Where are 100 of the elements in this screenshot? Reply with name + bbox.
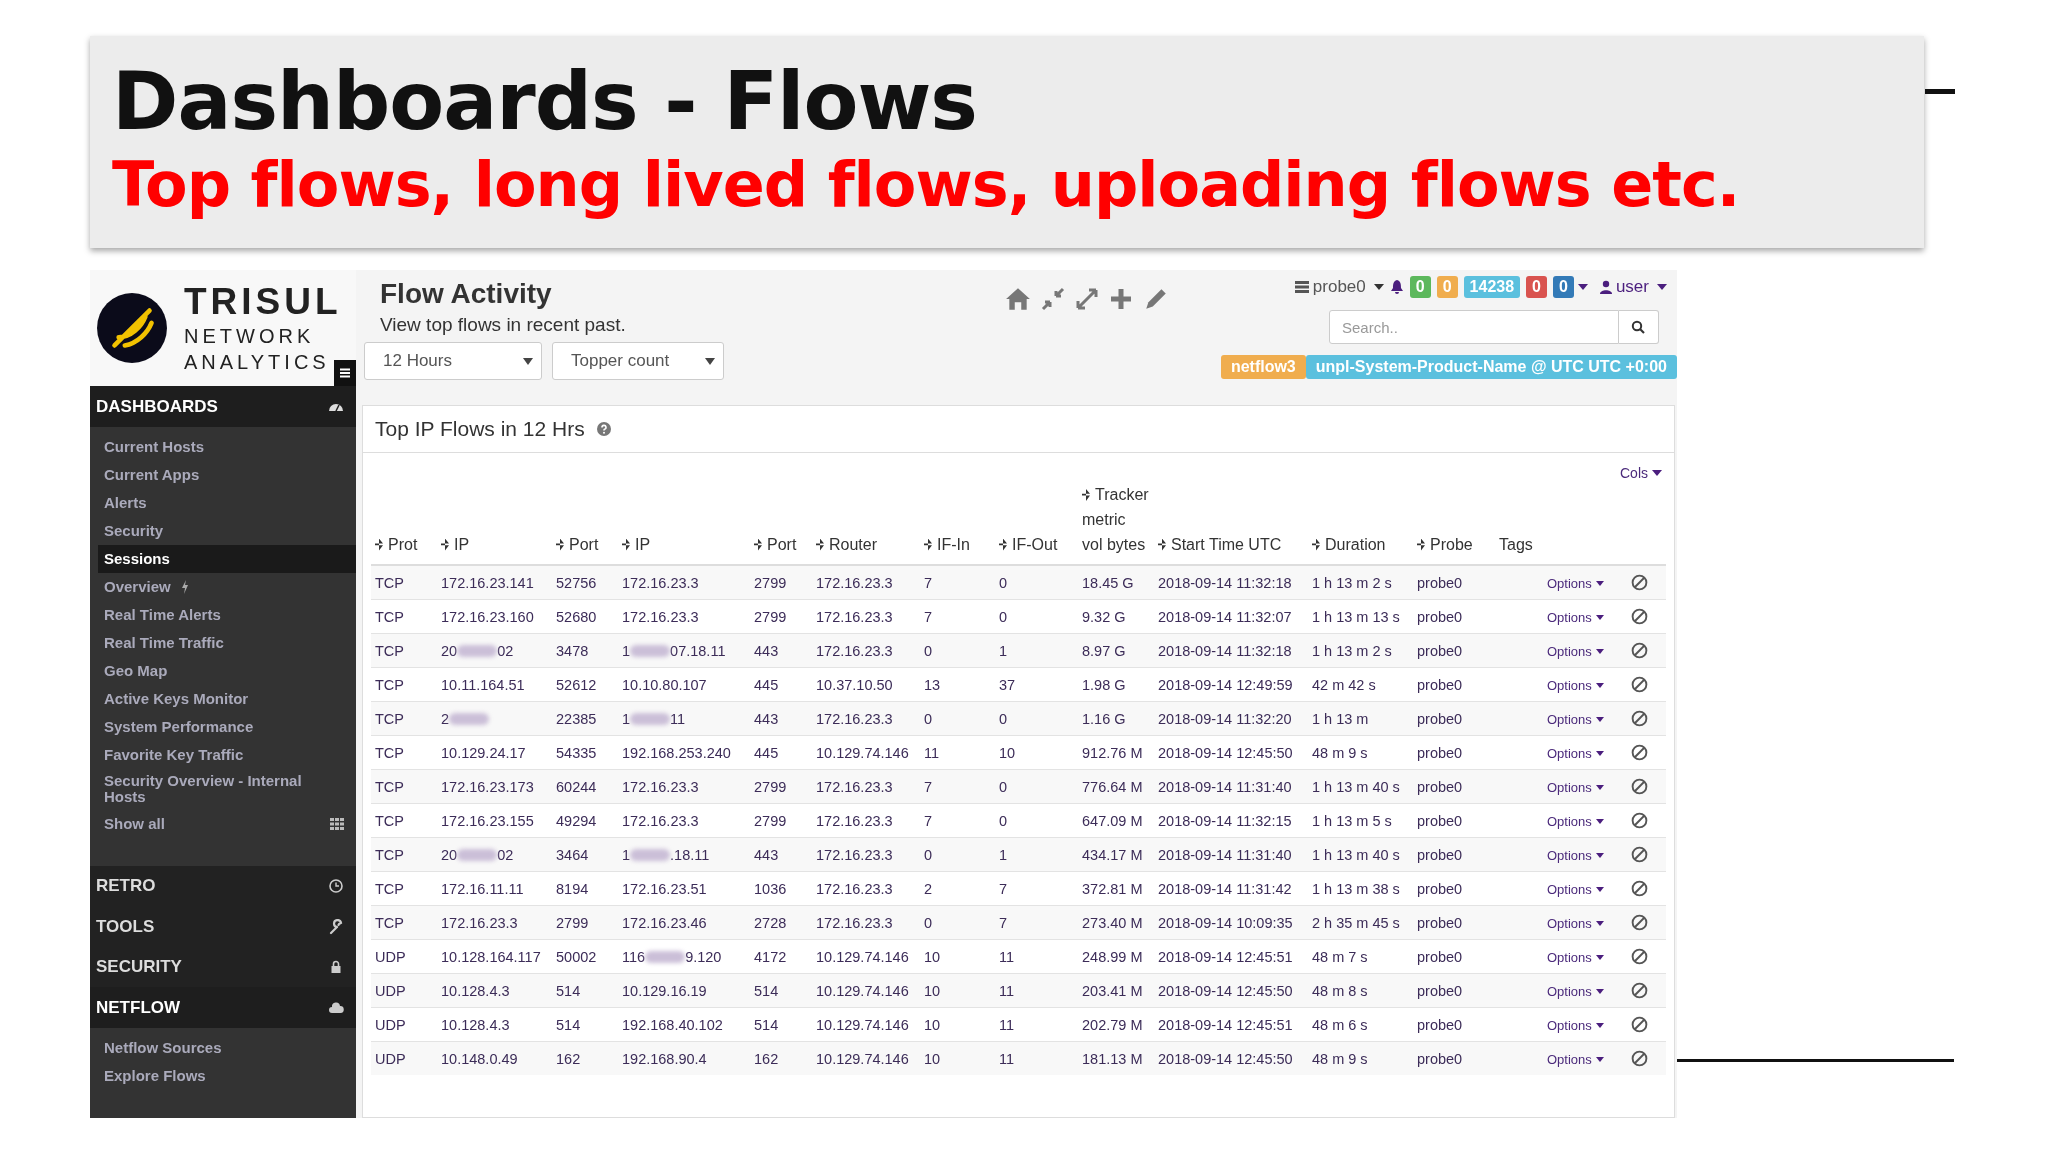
- table-cell: 0: [995, 565, 1078, 600]
- block-icon[interactable]: [1631, 880, 1648, 898]
- user-menu[interactable]: user: [1599, 277, 1667, 297]
- table-cell: 1 h 13 m 2 s: [1308, 633, 1413, 668]
- options-dropdown[interactable]: Options: [1547, 609, 1604, 625]
- cloud-icon: [328, 999, 344, 1016]
- block-icon[interactable]: [1631, 608, 1648, 626]
- block-icon[interactable]: [1631, 1016, 1648, 1034]
- table-cell: 2018-09-14 10:09:35: [1154, 905, 1308, 940]
- block-icon[interactable]: [1631, 744, 1648, 762]
- sidebar-item[interactable]: Geo Map: [98, 656, 356, 685]
- home-icon[interactable]: [1005, 287, 1032, 311]
- sidebar-item[interactable]: Sessions: [98, 544, 356, 573]
- table-cell: 172.16.23.3: [437, 905, 552, 940]
- options-dropdown[interactable]: Options: [1547, 881, 1604, 897]
- bell-icon[interactable]: [1389, 279, 1404, 295]
- table-cell: 443: [750, 701, 812, 736]
- table-cell: 10: [920, 1041, 995, 1076]
- columns-menu[interactable]: Cols: [1620, 463, 1662, 483]
- dropdown-select[interactable]: Topper count: [552, 342, 724, 380]
- logo-icon: [96, 292, 168, 365]
- sidebar-section[interactable]: RETRO: [90, 865, 356, 907]
- block-icon[interactable]: [1631, 948, 1648, 966]
- sidebar-item[interactable]: Active Keys Monitor: [98, 684, 356, 713]
- expand-icon[interactable]: [1075, 287, 1100, 311]
- table-cell: TCP: [371, 837, 437, 872]
- table-cell: 11: [995, 973, 1078, 1008]
- help-icon[interactable]: [596, 422, 611, 436]
- sidebar-section[interactable]: DASHBOARDS: [90, 386, 356, 427]
- panel-title: Top IP Flows in 12 Hrs: [375, 417, 585, 441]
- table-cell: 514: [552, 973, 618, 1008]
- compress-icon[interactable]: [1041, 287, 1066, 311]
- plus-icon[interactable]: [1109, 287, 1134, 311]
- table-cell: 776.64 M: [1078, 769, 1154, 804]
- sidebar-item[interactable]: Overview: [98, 572, 356, 601]
- sidebar-item[interactable]: System Performance: [98, 712, 356, 741]
- block-icon[interactable]: [1631, 778, 1648, 796]
- block-icon[interactable]: [1631, 914, 1648, 932]
- sidebar-item[interactable]: Current Apps: [98, 460, 356, 489]
- table-cell: 0: [920, 633, 995, 668]
- page-title: Flow Activity: [380, 278, 553, 310]
- table-cell: 1.16 G: [1078, 701, 1154, 736]
- table-cell: 0: [995, 701, 1078, 736]
- table-cell: 172.16.23.3: [812, 837, 920, 872]
- block-icon[interactable]: [1631, 676, 1648, 694]
- table-cell: 11: [995, 1041, 1078, 1076]
- count-badge[interactable]: 0: [1526, 276, 1547, 298]
- table-cell: 2018-09-14 12:45:50: [1154, 973, 1308, 1008]
- table-cell: probe0: [1413, 701, 1495, 736]
- table-cell: 2018-09-14 12:45:50: [1154, 1041, 1308, 1076]
- options-dropdown[interactable]: Options: [1547, 1017, 1604, 1033]
- table-cell: 2 h 35 m 45 s: [1308, 905, 1413, 940]
- table-cell: 514: [750, 973, 812, 1008]
- sidebar-item[interactable]: Netflow Sources: [98, 1034, 356, 1062]
- table-cell: 2018-09-14 11:31:40: [1154, 837, 1308, 872]
- search-field[interactable]: Search..: [1329, 310, 1619, 344]
- table-cell: 172.16.23.3: [812, 769, 920, 804]
- wrench-icon: [328, 918, 344, 935]
- block-icon[interactable]: [1631, 1050, 1648, 1068]
- probe-dropdown[interactable]: probe0: [1294, 277, 1384, 297]
- table-cell: 1 h 13 m 40 s: [1308, 769, 1413, 804]
- sidebar-item[interactable]: Current Hosts: [98, 432, 356, 461]
- sidebar-item[interactable]: Explore Flows: [98, 1062, 356, 1090]
- block-icon[interactable]: [1631, 846, 1648, 864]
- table-cell: 2728: [750, 905, 812, 940]
- table-cell: 2: [437, 701, 552, 736]
- sidebar-item[interactable]: Show all: [98, 809, 356, 838]
- menu-toggle-button[interactable]: [334, 360, 356, 387]
- sidebar-item[interactable]: Alerts: [98, 488, 356, 517]
- options-dropdown[interactable]: Options: [1547, 745, 1604, 761]
- count-badge[interactable]: 0: [1553, 276, 1574, 298]
- caret-icon[interactable]: [1577, 284, 1588, 290]
- block-icon[interactable]: [1631, 982, 1648, 1000]
- dropdown-select[interactable]: 12 Hours: [364, 342, 542, 380]
- table-cell: probe0: [1413, 565, 1495, 600]
- table-cell: 162: [750, 1041, 812, 1076]
- sidebar-item[interactable]: Security: [98, 516, 356, 545]
- table-cell: 172.16.23.3: [812, 633, 920, 668]
- table-cell: 18.45 G: [1078, 565, 1154, 600]
- sidebar-item[interactable]: Real Time Alerts: [98, 600, 356, 629]
- table-cell: 443: [750, 633, 812, 668]
- sidebar-section[interactable]: TOOLS: [90, 906, 356, 947]
- options-dropdown[interactable]: Options: [1547, 813, 1604, 829]
- sidebar-item[interactable]: Security Overview - Internal Hosts: [98, 768, 356, 810]
- table-cell: UDP: [371, 973, 437, 1008]
- block-icon[interactable]: [1631, 574, 1648, 592]
- table-cell: 0: [920, 701, 995, 736]
- block-icon[interactable]: [1631, 710, 1648, 728]
- options-dropdown[interactable]: Options: [1547, 677, 1604, 693]
- sidebar-item[interactable]: Favorite Key Traffic: [98, 740, 356, 769]
- table-cell: 434.17 M: [1078, 837, 1154, 872]
- block-icon[interactable]: [1631, 642, 1648, 660]
- sidebar-section[interactable]: SECURITY: [90, 946, 356, 988]
- page-subtitle: View top flows in recent past.: [380, 314, 627, 336]
- options-dropdown[interactable]: Options: [1547, 949, 1604, 965]
- sidebar-section[interactable]: NETFLOW: [90, 987, 356, 1028]
- menu-icon: [339, 367, 351, 380]
- sidebar-item[interactable]: Real Time Traffic: [98, 628, 356, 657]
- block-icon[interactable]: [1631, 812, 1648, 830]
- search-button[interactable]: [1619, 310, 1659, 344]
